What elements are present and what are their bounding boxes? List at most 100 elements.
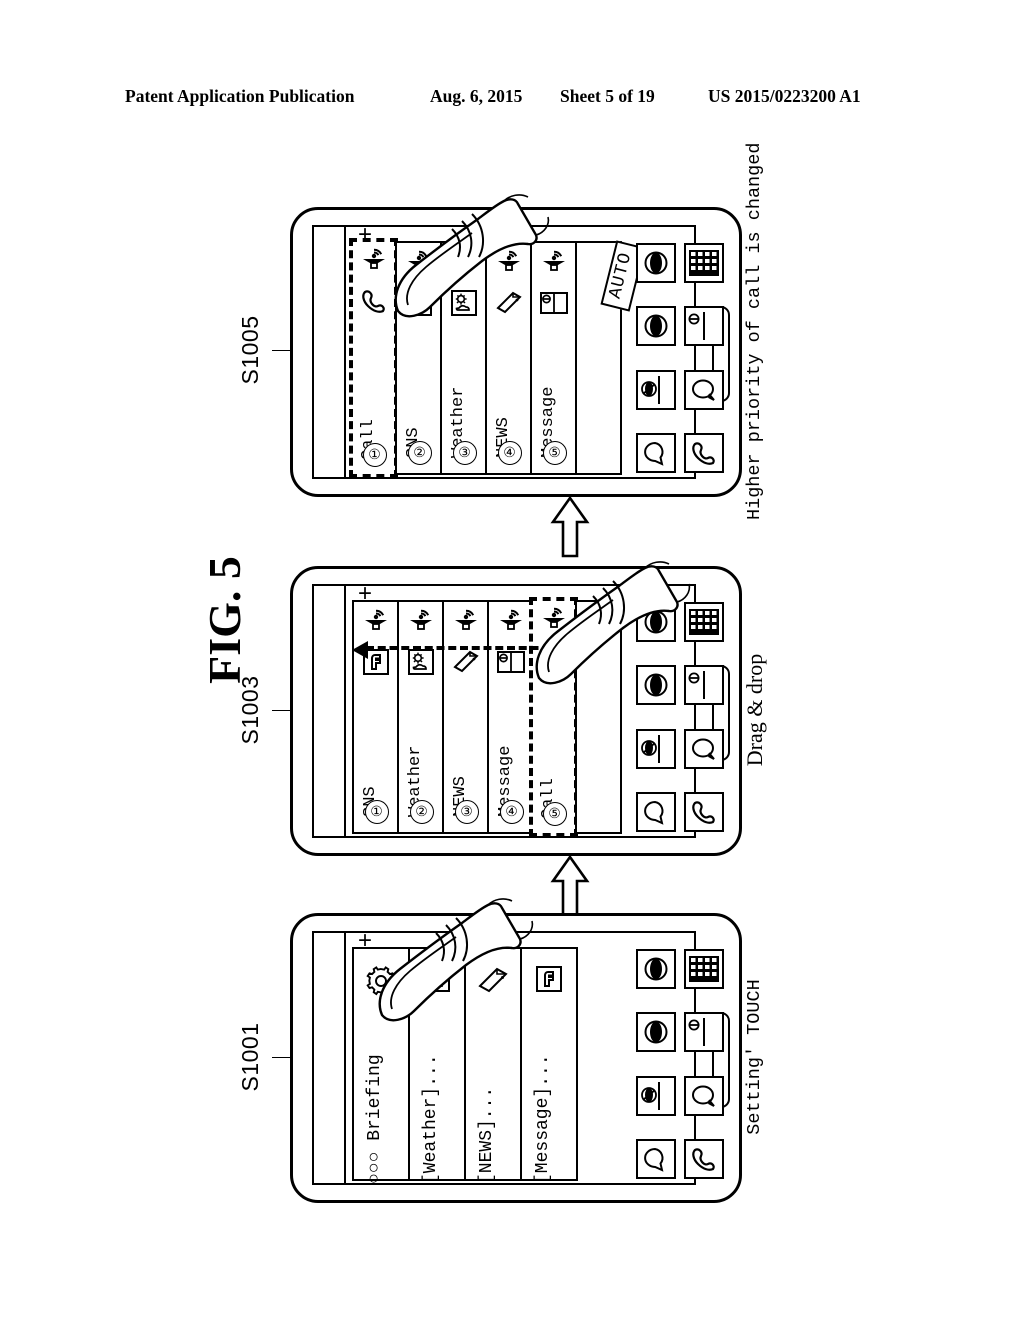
drag-direction-arrow <box>352 641 562 659</box>
split-screen-icon[interactable] <box>684 665 724 706</box>
bubble-icon[interactable] <box>636 432 676 473</box>
phone-mockup-s1003: + SNS ① <box>290 566 742 856</box>
app-dock-s1005 <box>612 243 724 473</box>
phone-handset-icon[interactable] <box>684 791 724 832</box>
briefing-card[interactable]: [Message]... <box>520 947 578 1184</box>
card-label-wrap: NEWS <box>444 668 487 818</box>
speaker-icon <box>406 250 432 271</box>
briefing-card[interactable]: [NEWS]... <box>464 947 520 1184</box>
speaker-icon <box>498 609 524 630</box>
card-label-wrap: Call <box>532 670 575 820</box>
header-date: Aug. 6, 2015 <box>430 86 523 106</box>
caption-s1005: Higher priority of call is changed <box>744 142 765 520</box>
header-sheet: Sheet 5 of 19 <box>560 86 655 106</box>
header-publication: Patent Application Publication <box>125 86 355 106</box>
step-label-s1005: S1005 <box>237 315 263 385</box>
browser-icon[interactable] <box>636 949 676 989</box>
priority-card[interactable]: SNS ① <box>352 600 397 834</box>
step-label-s1003: S1003 <box>237 675 263 745</box>
card-label-wrap: Weather <box>399 668 442 818</box>
card-label: Message <box>496 745 515 817</box>
card-label-wrap: NEWS <box>487 309 530 459</box>
card-label-wrap: Message <box>532 309 575 459</box>
app-grid-icon[interactable] <box>684 602 724 642</box>
card-label-wrap: ○○○ Briefing <box>354 1015 397 1184</box>
speech-bubble-icon[interactable] <box>684 1075 724 1116</box>
status-bar <box>312 225 346 479</box>
speaker-icon <box>496 250 522 271</box>
priority-card[interactable]: Weather ③ <box>440 241 485 475</box>
app-grid-icon[interactable] <box>684 949 724 989</box>
card-label: Call <box>539 778 558 819</box>
browser-icon[interactable] <box>636 665 676 706</box>
step-label-s1001: S1001 <box>237 1022 263 1092</box>
briefing-card[interactable]: ○○○ Briefing <box>352 947 408 1184</box>
priority-number: ④ <box>497 441 522 465</box>
card-label: NEWS <box>451 776 470 817</box>
priority-card-dragging[interactable]: Call ⑤ <box>529 597 578 837</box>
app-dock-column-left <box>636 243 676 473</box>
speech-bubble-icon[interactable] <box>684 728 724 769</box>
header-patent-number: US 2015/0223200 A1 <box>708 86 861 106</box>
card-label: Message <box>539 386 558 458</box>
card-label-wrap: [Weather]... <box>410 1015 453 1184</box>
priority-number: ④ <box>499 800 524 824</box>
browser-icon[interactable] <box>636 243 676 283</box>
card-label: Weather <box>449 386 468 458</box>
priority-card[interactable]: SNS ② <box>395 241 440 475</box>
briefing-card[interactable]: [Weather]... <box>408 947 464 1184</box>
gear-icon <box>364 965 398 997</box>
priority-card[interactable]: Message ④ <box>487 600 532 834</box>
priority-card[interactable]: Weather ② <box>397 600 442 834</box>
bubble-icon[interactable] <box>636 1138 676 1179</box>
priority-number: ② <box>409 800 434 824</box>
bubble-icon[interactable] <box>636 791 676 832</box>
facebook-icon <box>534 965 564 993</box>
browser-split-icon[interactable] <box>636 1075 676 1116</box>
card-label-wrap: Weather <box>442 309 485 459</box>
phone-mockup-s1001: + ○○○ Briefing [Weather]... [NEWS]... [M… <box>290 913 742 1203</box>
app-dock-column-right <box>684 949 724 1179</box>
split-screen-icon[interactable] <box>684 1012 724 1053</box>
card-label-wrap: Call <box>352 311 395 461</box>
priority-card[interactable]: Message ⑤ <box>530 241 575 475</box>
speech-bubble-icon[interactable] <box>684 369 724 410</box>
status-bar <box>312 931 346 1185</box>
browser-icon[interactable] <box>636 602 676 642</box>
page-header: Patent Application Publication Aug. 6, 2… <box>0 86 1024 110</box>
app-dock-column-left <box>636 949 676 1179</box>
split-screen-icon[interactable] <box>684 306 724 347</box>
briefing-card-list-s1001: ○○○ Briefing [Weather]... [NEWS]... [Mes… <box>352 947 578 1184</box>
app-grid-icon[interactable] <box>684 243 724 283</box>
priority-card[interactable]: NEWS ③ <box>442 600 487 834</box>
card-label-wrap: [Message]... <box>522 1015 565 1184</box>
browser-split-icon[interactable] <box>636 369 676 410</box>
app-dock-column-left <box>636 602 676 832</box>
phone-mockup-s1005: + Call ① ② Weather ③ NEWS ④ Message ⑤ AU… <box>290 207 742 497</box>
app-dock-column-right <box>684 243 724 473</box>
speaker-icon <box>361 248 387 269</box>
app-dock-column-right <box>684 602 724 832</box>
card-label-wrap: SNS <box>397 309 440 459</box>
card-label-wrap: [NEWS]... <box>466 1015 509 1184</box>
phone-handset-icon[interactable] <box>684 432 724 473</box>
priority-card[interactable]: NEWS ④ <box>485 241 530 475</box>
card-label: [Message]... <box>533 1054 553 1184</box>
card-label: Call <box>359 419 378 460</box>
figure-title: FIG. 5 <box>199 556 250 684</box>
card-label-wrap: SNS <box>354 668 397 818</box>
priority-card-list-s1005: Call ① SNS <box>349 238 622 478</box>
transition-arrow-up <box>550 495 590 558</box>
card-label: [NEWS]... <box>477 1086 497 1184</box>
speaker-icon <box>451 250 477 271</box>
speaker-icon <box>541 250 567 271</box>
browser-split-icon[interactable] <box>636 728 676 769</box>
status-bar <box>312 584 346 838</box>
priority-card[interactable]: Call ① <box>349 238 398 478</box>
browser-icon[interactable] <box>636 1012 676 1053</box>
browser-icon[interactable] <box>636 306 676 347</box>
speaker-icon <box>541 607 567 628</box>
card-label: [Weather]... <box>421 1054 441 1184</box>
phone-handset-icon[interactable] <box>684 1138 724 1179</box>
caption-s1003: Drag & drop <box>742 653 767 767</box>
